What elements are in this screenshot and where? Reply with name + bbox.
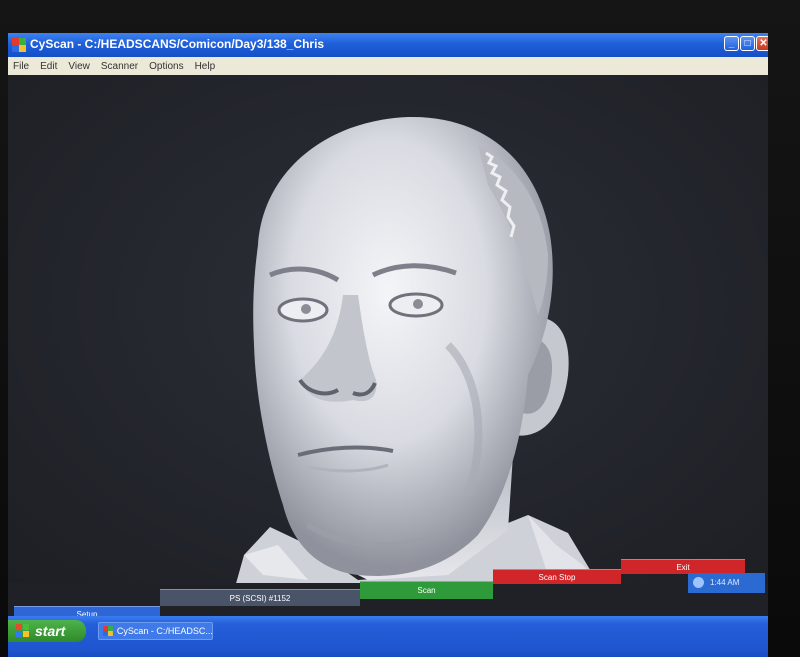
start-button[interactable]: start <box>8 620 86 642</box>
head-scan-render <box>236 116 598 583</box>
port-status-display: PS (SCSI) #1152 <box>160 589 360 606</box>
menu-help[interactable]: Help <box>190 61 222 72</box>
scan-stop-button[interactable]: Scan Stop <box>493 569 621 584</box>
taskbar-item-label: CyScan - C:/HEADSC... <box>116 626 212 636</box>
taskbar: start CyScan - C:/HEADSC... <box>8 616 768 657</box>
close-button[interactable]: ✕ <box>756 36 768 51</box>
window-title: CyScan - C:/HEADSCANS/Comicon/Day3/138_C… <box>30 37 325 51</box>
cyscan-app-icon <box>103 626 113 636</box>
cyscan-app-icon <box>12 38 26 52</box>
title-bar[interactable]: CyScan - C:/HEADSCANS/Comicon/Day3/138_C… <box>8 33 768 57</box>
start-label: start <box>35 623 66 639</box>
taskbar-item-cyscan[interactable]: CyScan - C:/HEADSC... <box>98 622 213 640</box>
tray-clock: 1:44 AM <box>710 578 740 587</box>
menu-options[interactable]: Options <box>144 61 189 72</box>
windows-flag-icon <box>16 624 29 637</box>
menu-scanner[interactable]: Scanner <box>96 61 144 72</box>
scan-button[interactable]: Scan <box>360 581 493 599</box>
menu-view[interactable]: View <box>63 61 96 72</box>
menu-bar: File Edit View Scanner Options Help <box>8 57 768 75</box>
tray-icon[interactable] <box>693 577 704 588</box>
maximize-button[interactable]: □ <box>740 36 755 51</box>
menu-edit[interactable]: Edit <box>35 61 63 72</box>
exit-button[interactable]: Exit <box>621 559 745 574</box>
3d-viewport[interactable] <box>8 75 768 583</box>
screen: CyScan - C:/HEADSCANS/Comicon/Day3/138_C… <box>8 33 768 657</box>
minimize-icon: _ <box>728 38 735 49</box>
maximize-icon: □ <box>744 38 751 49</box>
minimize-button[interactable]: _ <box>724 36 739 51</box>
system-tray: 1:44 AM <box>688 573 765 593</box>
menu-file[interactable]: File <box>8 61 35 72</box>
close-icon: ✕ <box>759 38 768 49</box>
